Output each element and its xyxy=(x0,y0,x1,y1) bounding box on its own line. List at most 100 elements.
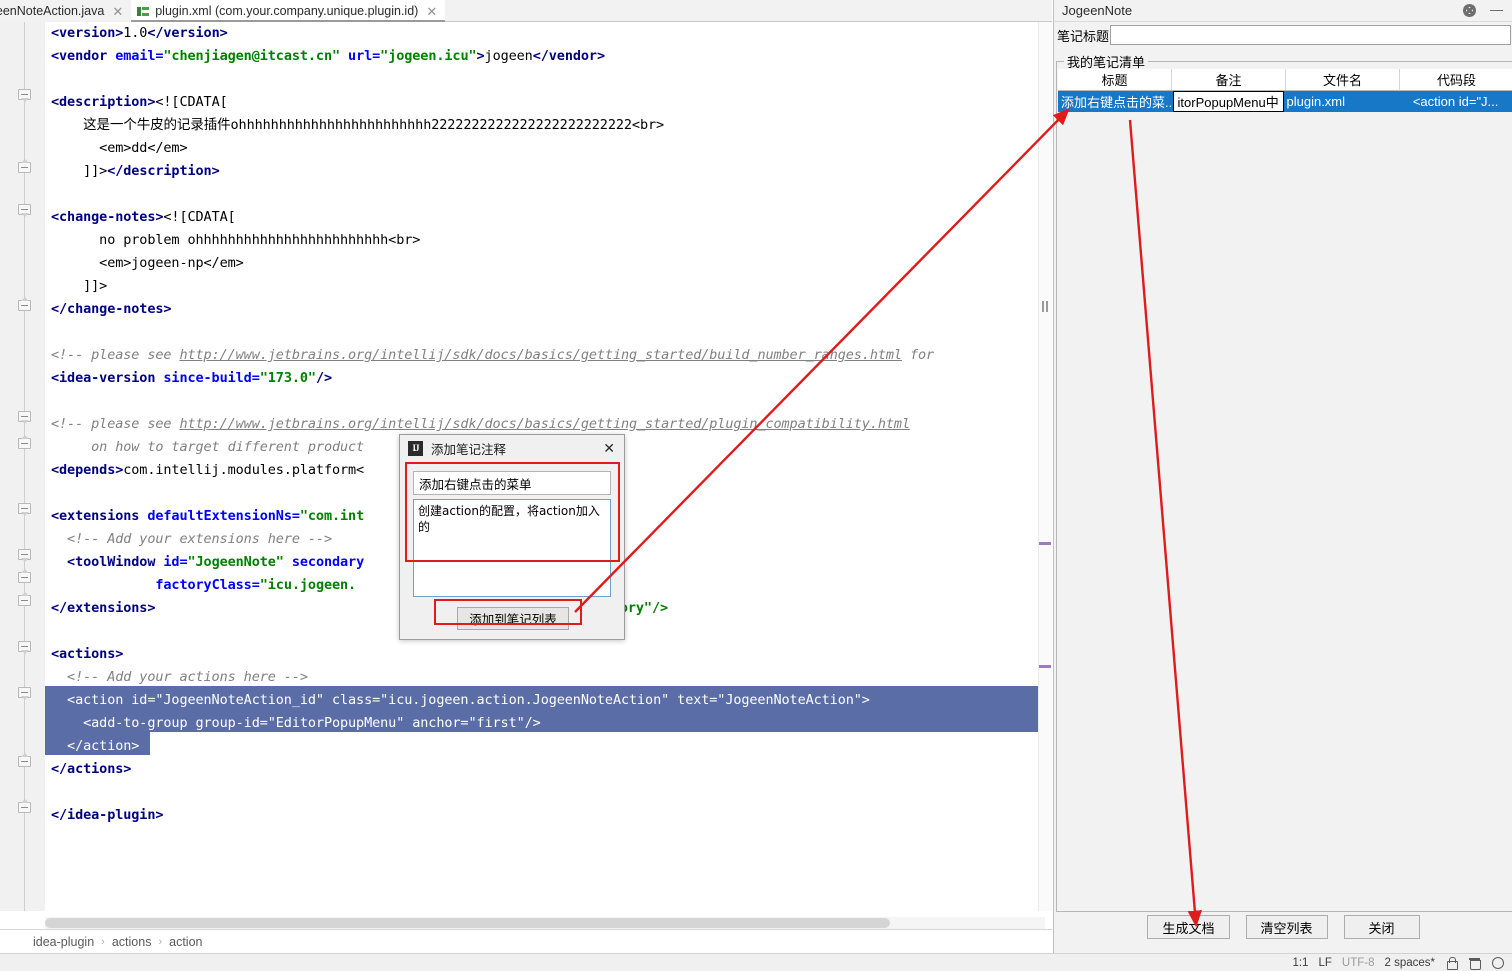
code-line: <action id="JogeenNoteAction_id" class="… xyxy=(51,689,870,712)
cell-snippet[interactable]: <action id="J... xyxy=(1398,91,1512,112)
column-header-snippet[interactable]: 代码段 xyxy=(1400,69,1512,91)
note-list-group: 我的笔记清单 标题 备注 文件名 代码段 添加右键点击的菜... itorPop… xyxy=(1056,52,1512,912)
fold-marker[interactable] xyxy=(18,87,32,102)
column-header-title[interactable]: 标题 xyxy=(1058,69,1172,91)
chevron-right-icon: › xyxy=(158,935,163,948)
editor-gutter[interactable] xyxy=(0,22,45,911)
code-line: </actions> xyxy=(51,758,131,781)
code-token: no problem ohhhhhhhhhhhhhhhhhhhhhhhh<br> xyxy=(51,232,421,248)
note-title-input[interactable] xyxy=(1110,25,1511,45)
code-token: <br> xyxy=(631,117,665,133)
code-line: <extensions defaultExtensionNs="com.int xyxy=(51,505,364,528)
note-table[interactable]: 标题 备注 文件名 代码段 添加右键点击的菜... itorPopupMenu中… xyxy=(1058,69,1512,112)
code-line: on how to target different product xyxy=(51,436,364,459)
generate-doc-button[interactable]: 生成文档 xyxy=(1147,915,1230,939)
cell-remark[interactable]: itorPopupMenu中 xyxy=(1172,91,1284,112)
code-line: <description><![CDATA[ xyxy=(51,91,228,114)
status-bar: 1:1 LF UTF-8 2 spaces* xyxy=(0,953,1512,971)
editor-tab-java[interactable]: ogeenNoteAction.java ✕ xyxy=(0,0,132,22)
tab-label: plugin.xml (com.your.company.unique.plug… xyxy=(155,4,419,18)
code-line: <actions> xyxy=(51,643,123,666)
minimize-icon[interactable] xyxy=(1490,9,1503,12)
code-token: factoryClass= xyxy=(155,577,260,593)
note-comment-field[interactable] xyxy=(413,499,611,597)
fold-marker[interactable] xyxy=(18,569,32,584)
trash-icon[interactable] xyxy=(1468,956,1481,970)
breadcrumb-item-idea-plugin[interactable]: idea-plugin xyxy=(33,935,94,949)
code-token: com.intellij.modules.platform< xyxy=(123,462,365,478)
fold-marker[interactable] xyxy=(18,202,32,217)
fold-marker[interactable] xyxy=(18,501,32,516)
table-row[interactable]: 添加右键点击的菜... itorPopupMenu中 plugin.xml <a… xyxy=(1058,91,1512,112)
close-icon[interactable]: ✕ xyxy=(110,5,123,18)
panel-splitter-handle[interactable] xyxy=(1042,300,1050,312)
code-token: <change-notes> xyxy=(51,209,164,225)
fold-marker[interactable] xyxy=(18,753,32,768)
note-title-field[interactable] xyxy=(413,471,611,495)
close-icon[interactable]: ✕ xyxy=(603,441,615,455)
code-token: "jogeen.icu" xyxy=(380,48,477,64)
code-line: factoryClass="icu.jogeen. xyxy=(51,574,356,597)
code-line: </change-notes> xyxy=(51,298,172,321)
editor-tab-xml[interactable]: plugin.xml (com.your.company.unique.plug… xyxy=(131,0,446,22)
code-token: <!-- Add your extensions here --> xyxy=(51,531,332,547)
code-line: <version>1.0</version> xyxy=(51,22,228,45)
fold-marker[interactable] xyxy=(18,799,32,814)
code-token: <idea-version xyxy=(51,370,164,386)
line-separator[interactable]: LF xyxy=(1318,957,1331,969)
code-line: <idea-version since-build="173.0"/> xyxy=(51,367,332,390)
code-line: <depends>com.intellij.modules.platform< xyxy=(51,459,364,482)
code-token: "JogeenNote" xyxy=(187,554,284,570)
indent-setting[interactable]: 2 spaces* xyxy=(1384,957,1435,969)
code-token: </extensions> xyxy=(51,600,156,616)
fold-marker[interactable] xyxy=(18,685,32,700)
code-token: for xyxy=(901,347,943,363)
caret-position[interactable]: 1:1 xyxy=(1292,957,1308,969)
code-line: ]]></description> xyxy=(51,160,220,183)
cell-filename[interactable]: plugin.xml xyxy=(1284,91,1399,112)
code-token: 这是一个牛皮的记录插件 xyxy=(83,117,231,133)
lock-icon[interactable] xyxy=(1445,956,1458,970)
scrollbar-thumb[interactable] xyxy=(45,918,890,928)
breadcrumb-item-action[interactable]: action xyxy=(169,935,202,949)
code-token: "icu.jogeen. xyxy=(259,577,357,593)
close-button[interactable]: 关闭 xyxy=(1343,915,1420,939)
code-line: <!-- please see http://www.jetbrains.org… xyxy=(51,413,910,436)
fold-marker[interactable] xyxy=(18,639,32,654)
dialog-title-bar: IJ 添加笔记注释 ✕ xyxy=(400,435,624,461)
code-token: <version> xyxy=(51,25,124,41)
code-line: <em>jogeen-np</em> xyxy=(51,252,244,275)
breadcrumb: idea-plugin › actions › action xyxy=(0,929,1052,953)
column-header-remark[interactable]: 备注 xyxy=(1172,69,1286,91)
tool-window-actions xyxy=(1463,4,1512,17)
code-line: </extensions> xyxy=(51,597,155,620)
add-note-dialog: IJ 添加笔记注释 ✕ 添加到笔记列表 xyxy=(399,434,625,640)
editor-vertical-scrollbar[interactable] xyxy=(1038,22,1052,911)
code-token: </version> xyxy=(147,25,228,41)
code-line: <add-to-group group-id="EditorPopupMenu"… xyxy=(51,712,541,735)
fold-marker[interactable] xyxy=(18,409,32,424)
column-header-filename[interactable]: 文件名 xyxy=(1286,69,1400,91)
dialog-title: 添加笔记注释 xyxy=(431,442,507,457)
code-line: </action> xyxy=(51,735,139,758)
cell-title[interactable]: 添加右键点击的菜... xyxy=(1058,91,1173,112)
code-token: "173.0" xyxy=(259,370,316,386)
circle-icon[interactable] xyxy=(1491,956,1504,969)
fold-marker[interactable] xyxy=(18,547,32,562)
fold-marker[interactable] xyxy=(18,435,32,450)
fold-marker[interactable] xyxy=(18,297,32,312)
editor-horizontal-scrollbar[interactable] xyxy=(45,917,1045,929)
gear-icon[interactable] xyxy=(1463,4,1476,17)
fold-marker[interactable] xyxy=(18,592,32,607)
code-token: /> xyxy=(315,370,332,386)
breadcrumb-item-actions[interactable]: actions xyxy=(112,935,152,949)
add-to-note-list-button[interactable]: 添加到笔记列表 xyxy=(457,607,569,630)
code-token: url= xyxy=(348,48,381,64)
code-token: </change-notes> xyxy=(51,301,172,317)
code-token: </actions> xyxy=(51,761,132,777)
fold-marker[interactable] xyxy=(18,159,32,174)
clear-list-button[interactable]: 清空列表 xyxy=(1245,915,1328,939)
close-icon[interactable]: ✕ xyxy=(424,5,437,18)
file-encoding[interactable]: UTF-8 xyxy=(1342,957,1375,969)
